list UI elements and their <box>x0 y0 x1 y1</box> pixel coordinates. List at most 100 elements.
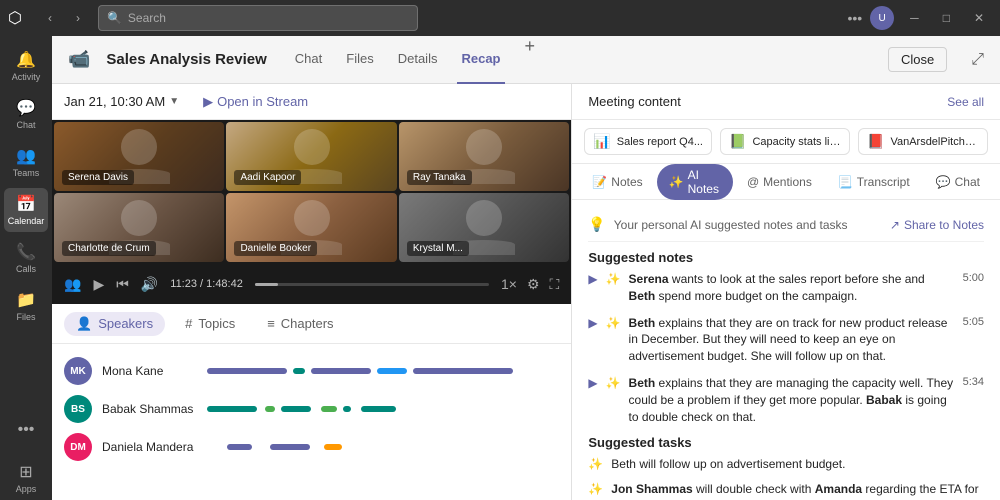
tab-chat-notes[interactable]: 💬 Chat <box>924 171 992 193</box>
sidebar-item-calendar[interactable]: 📅 Calendar <box>4 188 48 232</box>
nav-back-button[interactable]: ‹ <box>38 6 62 30</box>
fullscreen-button[interactable]: ⛶ <box>550 276 560 293</box>
open-stream-button[interactable]: ▶ Open in Stream <box>203 94 308 110</box>
tab-recap[interactable]: Recap <box>457 36 504 84</box>
timeline-segment <box>311 368 371 374</box>
share-label: Share to Notes <box>904 218 984 232</box>
note-expand-icon[interactable]: ▶ <box>588 376 597 390</box>
tab-topics[interactable]: # Topics <box>173 312 247 335</box>
tab-chapters[interactable]: ≡ Chapters <box>255 312 345 335</box>
more-options-icon[interactable]: ••• <box>847 10 862 26</box>
participant-name-charlotte: Charlotte de Crum <box>62 241 156 256</box>
sidebar-item-calls[interactable]: 📞 Calls <box>4 236 48 280</box>
add-tab-button[interactable]: + <box>525 36 536 84</box>
play-button[interactable]: ▶ <box>93 276 104 293</box>
sidebar-item-more[interactable]: ••• <box>4 408 48 452</box>
sidebar-item-files[interactable]: 📁 Files <box>4 284 48 328</box>
suggested-notes-title: Suggested notes <box>588 250 984 265</box>
task-item: ✨ Beth will follow up on advertisement b… <box>588 456 984 473</box>
list-item: BS Babak Shammas <box>52 390 571 428</box>
note-expand-icon[interactable]: ▶ <box>588 316 597 330</box>
minimize-button[interactable]: ─ <box>902 7 927 29</box>
file-name-pitch: VanArsdelPitchDe... <box>890 136 979 148</box>
speed-button[interactable]: 1× <box>501 276 517 292</box>
sidebar-item-activity[interactable]: 🔔 Activity <box>4 44 48 88</box>
speakers-label: Speakers <box>98 316 153 331</box>
tab-mentions[interactable]: @ Mentions <box>735 171 824 193</box>
video-progress[interactable] <box>255 283 489 286</box>
close-meeting-button[interactable]: Close <box>888 47 947 72</box>
date-selector[interactable]: Jan 21, 10:30 AM ▼ <box>64 94 179 109</box>
calendar-icon: 📅 <box>16 194 36 214</box>
chat-icon: 💬 <box>16 98 36 118</box>
ai-notes-label: AI Notes <box>688 168 721 196</box>
participant-settings-button[interactable]: 👥 <box>64 276 81 293</box>
file-icon-sales: 📊 <box>593 133 610 150</box>
sidebar-item-label: Chat <box>16 120 35 130</box>
video-cell-serena: Serena Davis <box>54 122 224 191</box>
sidebar-item-apps[interactable]: ⊞ Apps <box>4 456 48 500</box>
note-expand-icon[interactable]: ▶ <box>588 272 597 286</box>
tab-details[interactable]: Details <box>394 36 442 84</box>
ai-notes-area: 💡 Your personal AI suggested notes and t… <box>572 200 1000 500</box>
note-item: ▶ ✨ Serena wants to look at the sales re… <box>588 271 984 305</box>
tab-speakers[interactable]: 👤 Speakers <box>64 312 165 336</box>
skip-back-button[interactable]: ⏮ <box>116 276 129 293</box>
meeting-title: Sales Analysis Review <box>106 51 266 68</box>
expand-button[interactable]: ⤢ <box>971 51 984 69</box>
file-item-pitch[interactable]: 📕 VanArsdelPitchDe... <box>858 128 988 155</box>
settings-button[interactable]: ⚙ <box>527 276 540 293</box>
sidebar-item-teams[interactable]: 👥 Teams <box>4 140 48 184</box>
meeting-content-header: Meeting content See all <box>572 84 1000 120</box>
task-text: Beth will follow up on advertisement bud… <box>611 456 845 473</box>
sidebar-item-chat[interactable]: 💬 Chat <box>4 92 48 136</box>
tab-transcript[interactable]: 📃 Transcript <box>826 171 922 193</box>
share-icon: ↗ <box>890 218 900 232</box>
ai-notes-icon: ✨ <box>669 175 684 189</box>
search-bar: 🔍 <box>98 5 418 31</box>
notes-tabs: 📝 Notes ✨ AI Notes @ Mentions 📃 Transcri… <box>572 164 1000 200</box>
file-list: 📊 Sales report Q4... 📗 Capacity stats li… <box>572 120 1000 164</box>
participant-name-danielle: Danielle Booker <box>234 241 317 256</box>
more-icon: ••• <box>18 421 35 439</box>
speaker-name: Daniela Mandera <box>102 440 197 454</box>
video-grid: Serena Davis Aadi Kapoor Ray Tanaka Char… <box>52 120 571 264</box>
tab-chat[interactable]: Chat <box>291 36 326 84</box>
task-icon: ✨ <box>588 482 603 496</box>
tab-ai-notes[interactable]: ✨ AI Notes <box>657 164 733 200</box>
teams-icon: 👥 <box>16 146 36 166</box>
timeline-segment <box>377 368 407 374</box>
left-panel: Jan 21, 10:30 AM ▼ ▶ Open in Stream Sere… <box>52 84 572 500</box>
restore-button[interactable]: □ <box>935 7 958 29</box>
timeline-segment <box>321 406 337 412</box>
volume-button[interactable]: 🔊 <box>141 276 158 293</box>
avatar: DM <box>64 433 92 461</box>
tab-files[interactable]: Files <box>342 36 377 84</box>
see-all-button[interactable]: See all <box>947 95 984 109</box>
video-cell-ray: Ray Tanaka <box>399 122 569 191</box>
meeting-icon: 📹 <box>68 49 90 70</box>
note-text: Beth explains that they are managing the… <box>629 375 955 425</box>
ms-teams-logo: ⬡ <box>8 8 22 28</box>
transcript-icon: 📃 <box>838 175 853 189</box>
note-time: 5:00 <box>963 272 984 284</box>
timeline-segment <box>207 406 257 412</box>
share-to-notes-button[interactable]: ↗ Share to Notes <box>890 218 984 232</box>
note-text: Beth explains that they are on track for… <box>629 315 955 365</box>
timeline-segment <box>293 368 305 374</box>
mentions-icon: @ <box>747 175 759 189</box>
file-item-capacity[interactable]: 📗 Capacity stats lis... <box>720 128 850 155</box>
close-window-button[interactable]: ✕ <box>966 7 992 29</box>
search-input[interactable] <box>128 11 409 25</box>
timeline-segment <box>343 406 351 412</box>
nav-forward-button[interactable]: › <box>66 6 90 30</box>
files-icon: 📁 <box>16 290 36 310</box>
top-bar: ⬡ ‹ › 🔍 ••• U ─ □ ✕ <box>0 0 1000 36</box>
note-item: ▶ ✨ Beth explains that they are managing… <box>588 375 984 425</box>
search-icon: 🔍 <box>107 11 122 25</box>
file-item-sales[interactable]: 📊 Sales report Q4... <box>584 128 712 155</box>
tab-notes[interactable]: 📝 Notes <box>580 171 654 193</box>
sidebar-item-label: Files <box>16 312 35 322</box>
video-controls: 👥 ▶ ⏮ 🔊 11:23 / 1:48:42 1× ⚙ ⛶ <box>52 264 571 304</box>
list-item: MK Mona Kane <box>52 352 571 390</box>
